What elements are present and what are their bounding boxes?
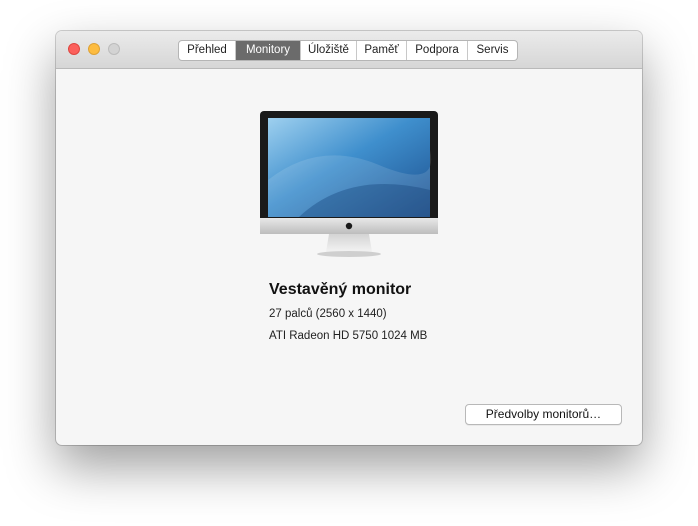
display-size: 27 palců (2560 x 1440) bbox=[269, 308, 387, 320]
title-bar: Přehled Monitory Úložiště Paměť Podpora … bbox=[56, 31, 642, 69]
imac-icon bbox=[260, 111, 438, 257]
close-button[interactable] bbox=[68, 43, 80, 55]
tab-pamet[interactable]: Paměť bbox=[357, 41, 407, 60]
screen: Přehled Monitory Úložiště Paměť Podpora … bbox=[0, 0, 698, 526]
tab-prehled[interactable]: Přehled bbox=[179, 41, 236, 60]
tab-monitory[interactable]: Monitory bbox=[236, 41, 301, 60]
tab-uloziste[interactable]: Úložiště bbox=[301, 41, 357, 60]
minimize-button[interactable] bbox=[88, 43, 100, 55]
tab-podpora[interactable]: Podpora bbox=[407, 41, 468, 60]
zoom-button[interactable] bbox=[108, 43, 120, 55]
tab-bar: Přehled Monitory Úložiště Paměť Podpora … bbox=[178, 40, 518, 61]
display-name: Vestavěný monitor bbox=[269, 281, 412, 298]
display-preferences-button[interactable]: Předvolby monitorů… bbox=[465, 404, 622, 425]
tab-servis[interactable]: Servis bbox=[468, 41, 517, 60]
about-this-mac-window: Přehled Monitory Úložiště Paměť Podpora … bbox=[56, 31, 642, 445]
display-gpu: ATI Radeon HD 5750 1024 MB bbox=[269, 330, 428, 342]
